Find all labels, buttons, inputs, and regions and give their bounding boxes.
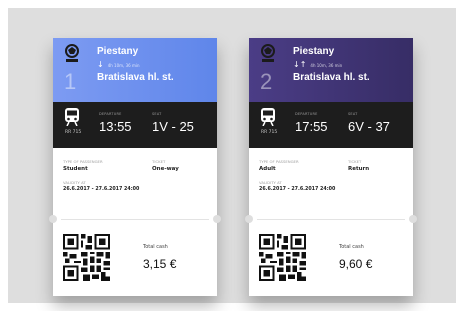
ticket-notch (49, 215, 57, 223)
validity-label: Validity at (259, 180, 282, 185)
ticket-type: One-way (152, 166, 179, 172)
total-cash-amount: 3,15 € (143, 257, 177, 271)
ticket-header: 1 Piestany ↓ 4h 10m, 36 min Bratislava h… (53, 38, 217, 102)
origin-station: Piestany (293, 46, 335, 57)
total-cash-label: Total cash (339, 244, 364, 250)
seat-number: 1V - 25 (152, 119, 194, 134)
ticket-notch (245, 215, 253, 223)
ticket-type: Return (348, 166, 370, 172)
arrow-down-up-icon: ↓↑ (293, 60, 307, 69)
destination-station: Bratislava hl. st. (97, 72, 174, 83)
zssk-logo-icon (261, 44, 275, 62)
ticket-notch (213, 215, 221, 223)
train-number: RR 715 (261, 130, 278, 135)
ticket-type-label: Ticket (348, 159, 362, 164)
validity-range: 26.6.2017 - 27.6.2017 24:00 (259, 187, 336, 192)
departure-label: Departure (99, 112, 122, 116)
seat-label: Seat (152, 112, 162, 116)
tear-line (61, 219, 209, 220)
seat-label: Seat (348, 112, 358, 116)
validity-range: 26.6.2017 - 27.6.2017 24:00 (63, 187, 140, 192)
arrow-down-icon: ↓ (97, 60, 104, 69)
train-icon (65, 108, 79, 126)
route-direction: ↓ 4h 10m, 36 min (97, 60, 140, 70)
passenger-type-label: Type of passenger (63, 159, 103, 164)
ticket-type-label: Ticket (152, 159, 166, 164)
departure-label: Departure (295, 112, 318, 116)
destination-station: Bratislava hl. st. (293, 72, 370, 83)
total-cash-label: Total cash (143, 244, 168, 250)
origin-station: Piestany (97, 46, 139, 57)
trip-duration: 4h 10m, 36 min (310, 62, 343, 68)
ticket-number: 2 (260, 69, 273, 94)
train-icon (261, 108, 275, 126)
trip-duration: 4h 10m, 36 min (107, 62, 140, 68)
trip-details-bar: RR 715 Departure 13:55 Seat 1V - 25 (53, 102, 217, 148)
trip-details-bar: RR 715 Departure 17:55 Seat 6V - 37 (249, 102, 413, 148)
route-direction: ↓↑ 4h 10m, 36 min (293, 60, 342, 70)
ticket-header: 2 Piestany ↓↑ 4h 10m, 36 min Bratislava … (249, 38, 413, 102)
departure-time: 17:55 (295, 119, 328, 134)
ticket-notch (409, 215, 417, 223)
passenger-type: Student (63, 166, 88, 172)
zssk-logo-icon (65, 44, 79, 62)
canvas-background: 1 Piestany ↓ 4h 10m, 36 min Bratislava h… (8, 8, 456, 303)
tear-line (257, 219, 405, 220)
passenger-type: Adult (259, 166, 276, 172)
total-cash-amount: 9,60 € (339, 257, 373, 271)
train-ticket-card[interactable]: 2 Piestany ↓↑ 4h 10m, 36 min Bratislava … (245, 38, 417, 296)
passenger-type-label: Type of passenger (259, 159, 299, 164)
qr-code-icon[interactable] (259, 234, 306, 281)
departure-time: 13:55 (99, 119, 132, 134)
qr-code-icon[interactable] (63, 234, 110, 281)
train-number: RR 715 (65, 130, 82, 135)
train-ticket-card[interactable]: 1 Piestany ↓ 4h 10m, 36 min Bratislava h… (49, 38, 221, 296)
ticket-number: 1 (64, 69, 77, 94)
validity-label: Validity at (63, 180, 86, 185)
seat-number: 6V - 37 (348, 119, 390, 134)
